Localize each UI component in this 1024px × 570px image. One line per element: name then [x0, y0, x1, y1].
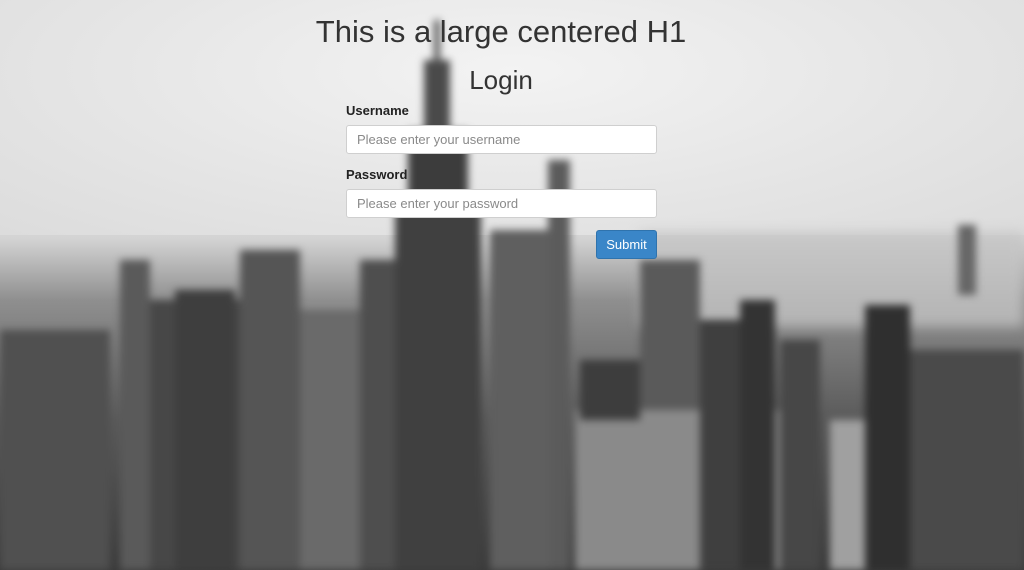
- username-input[interactable]: [346, 125, 657, 154]
- username-group: Username: [346, 101, 657, 154]
- submit-button[interactable]: Submit: [596, 230, 657, 259]
- page-title: This is a large centered H1: [315, 14, 687, 49]
- password-input[interactable]: [346, 189, 657, 218]
- password-label: Password: [346, 167, 408, 182]
- login-heading: Login: [469, 65, 533, 95]
- username-label: Username: [346, 103, 409, 118]
- password-group: Password: [346, 165, 657, 218]
